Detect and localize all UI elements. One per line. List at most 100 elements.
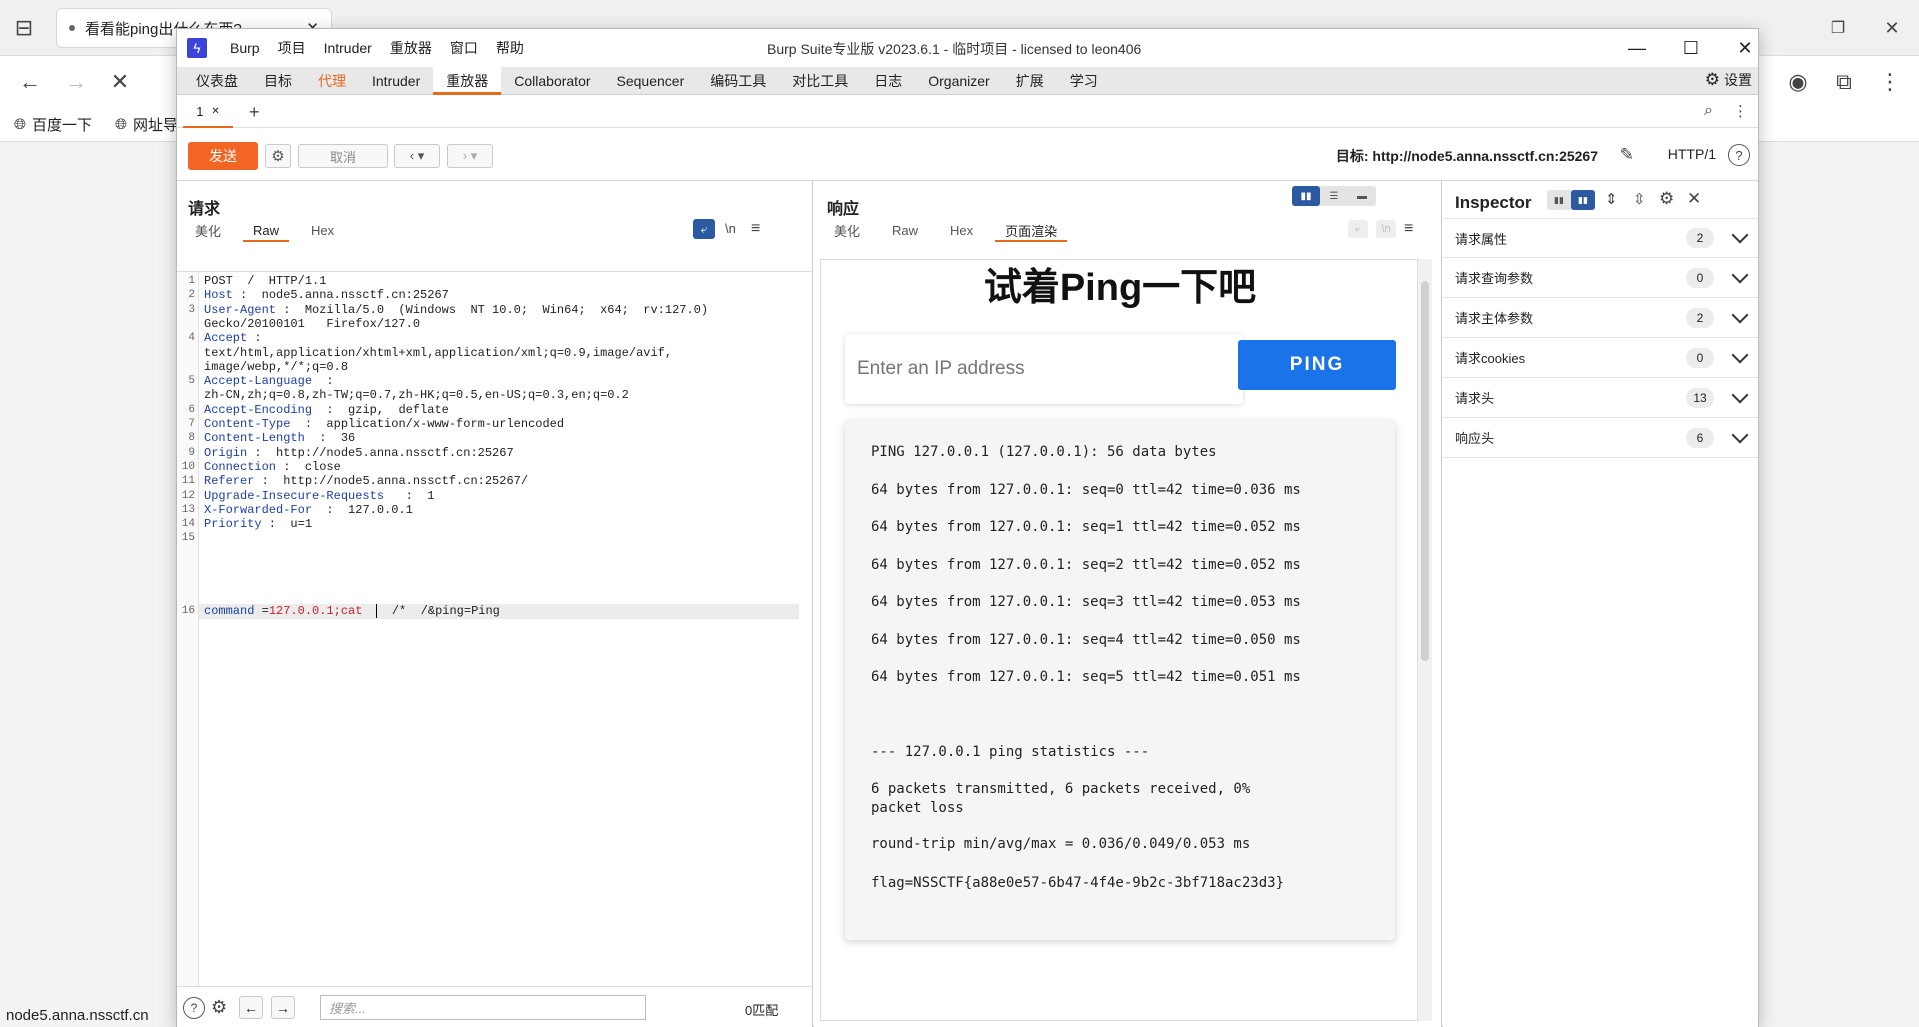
- close-tab-icon[interactable]: ✕: [211, 106, 219, 117]
- request-editor[interactable]: 1 POST / HTTP/1.1 2 Host : node5.anna.nssct…: [177, 271, 813, 987]
- body-param-value: 127.0.0.1;cat: [268, 604, 363, 618]
- inspector-gear-icon[interactable]: ⚙: [1659, 189, 1674, 209]
- menu-intruder[interactable]: Intruder: [315, 40, 381, 56]
- tab-organizer[interactable]: Organizer: [915, 67, 1002, 94]
- send-button[interactable]: 发送: [188, 142, 258, 170]
- split-vertical-icon[interactable]: ☰: [1320, 186, 1348, 206]
- http-version[interactable]: HTTP/1: [1668, 146, 1716, 162]
- line-number: 11: [181, 475, 195, 488]
- request-menu-icon[interactable]: ≡: [751, 220, 760, 238]
- account-icon[interactable]: ◉: [1782, 66, 1814, 98]
- inspector-row-query-params[interactable]: 请求查询参数 0: [1443, 258, 1758, 298]
- edit-target-pencil-icon[interactable]: ✎: [1620, 145, 1634, 165]
- extensions-icon[interactable]: ⧉: [1828, 66, 1860, 98]
- send-settings-gear-icon[interactable]: ⚙: [265, 144, 291, 168]
- minimize-icon[interactable]: —: [1619, 33, 1655, 63]
- tab-target[interactable]: 目标: [251, 67, 305, 94]
- more-options-icon[interactable]: ⋮: [1733, 102, 1748, 120]
- search-input[interactable]: 搜索...: [320, 995, 646, 1020]
- expand-all-icon[interactable]: ⇕: [1605, 190, 1618, 208]
- tab-logger[interactable]: 日志: [861, 67, 915, 94]
- stop-icon[interactable]: ✕: [104, 66, 136, 98]
- scrollbar-thumb[interactable]: [1421, 281, 1429, 661]
- tab-proxy[interactable]: 代理: [305, 67, 359, 94]
- inspector-row-cookies[interactable]: 请求cookies 0: [1443, 338, 1758, 378]
- help-icon[interactable]: ?: [1728, 144, 1750, 166]
- bookmark-nav[interactable]: 🌐︎ 网址导: [115, 114, 178, 135]
- request-tab-hex[interactable]: Hex: [295, 219, 350, 241]
- request-line: Accept-Language :: [204, 374, 334, 388]
- request-tab-raw[interactable]: Raw: [237, 219, 295, 242]
- maximize-icon[interactable]: ☐: [1673, 33, 1709, 63]
- menu-repeater[interactable]: 重放器: [381, 38, 441, 58]
- settings-button[interactable]: ⚙ 设置: [1705, 70, 1752, 90]
- output-line: 64 bytes from 127.0.0.1: seq=3 ttl=42 ti…: [871, 594, 1301, 610]
- inspector-row-request-attributes[interactable]: 请求属性 2: [1443, 218, 1758, 258]
- tab-dashboard[interactable]: 仪表盘: [183, 67, 251, 94]
- forward-icon[interactable]: →: [60, 66, 92, 98]
- layout-b-icon[interactable]: ▮▮: [1571, 190, 1595, 210]
- menu-help[interactable]: 帮助: [487, 38, 533, 58]
- history-forward-button[interactable]: › ▾: [447, 144, 493, 168]
- response-menu-icon[interactable]: ≡: [1404, 220, 1413, 238]
- tab-extensions[interactable]: 扩展: [1003, 67, 1057, 94]
- output-line: PING 127.0.0.1 (127.0.0.1): 56 data byte…: [871, 444, 1217, 460]
- inspector-row-response-headers[interactable]: 响应头 6: [1443, 418, 1758, 458]
- render-scrollbar[interactable]: [1418, 259, 1432, 1021]
- history-back-button[interactable]: ‹ ▾: [394, 144, 440, 168]
- repeater-subtabs: 1 ✕ + ⌕ ⋮: [177, 96, 1758, 128]
- header-value: : http://node5.anna.nssctf.cn:25267: [247, 445, 514, 460]
- line-number: 5: [188, 375, 195, 388]
- close-window-icon[interactable]: ✕: [1727, 33, 1763, 63]
- match-count: 0匹配: [745, 1003, 779, 1018]
- help-icon[interactable]: ?: [183, 997, 205, 1019]
- response-tab-raw[interactable]: Raw: [876, 219, 934, 241]
- close-browser-icon[interactable]: ✕: [1876, 12, 1908, 44]
- tab-comparer[interactable]: 对比工具: [779, 67, 861, 94]
- search-icon[interactable]: ⌕: [1704, 102, 1713, 120]
- response-tab-pretty[interactable]: 美化: [818, 219, 876, 241]
- tab-collaborator[interactable]: Collaborator: [501, 67, 603, 94]
- request-line: POST / HTTP/1.1: [204, 274, 326, 288]
- tab-groups-icon[interactable]: ⊟: [8, 12, 40, 44]
- collapse-all-icon[interactable]: ⇳: [1633, 190, 1646, 208]
- close-inspector-icon[interactable]: ✕: [1687, 189, 1701, 209]
- search-settings-gear-icon[interactable]: ⚙: [211, 997, 227, 1018]
- line-number: 1: [188, 275, 195, 287]
- more-menu-icon[interactable]: ⋮: [1874, 66, 1906, 98]
- tabs-layout-icon[interactable]: ▬: [1348, 186, 1376, 206]
- wrap-lines-icon[interactable]: ⤶: [693, 219, 715, 239]
- ping-button[interactable]: PING: [1238, 340, 1396, 390]
- tab-learn[interactable]: 学习: [1057, 67, 1111, 94]
- tab-intruder[interactable]: Intruder: [359, 67, 433, 94]
- show-newlines-toggle[interactable]: \n: [725, 221, 736, 236]
- tab-sequencer[interactable]: Sequencer: [604, 67, 698, 94]
- line-number: 16: [181, 605, 195, 617]
- row-count-badge: 0: [1686, 267, 1714, 288]
- back-icon[interactable]: ←: [14, 66, 46, 98]
- prev-match-arrow-icon[interactable]: ←: [239, 996, 263, 1019]
- tab-decoder[interactable]: 编码工具: [697, 67, 779, 94]
- line-number: 14: [181, 518, 195, 531]
- repeater-tab-1[interactable]: 1 ✕: [183, 96, 233, 128]
- request-tab-pretty[interactable]: 美化: [179, 219, 237, 241]
- inspector-row-body-params[interactable]: 请求主体参数 2: [1443, 298, 1758, 338]
- inspector-row-request-headers[interactable]: 请求头 13: [1443, 378, 1758, 418]
- response-tab-render[interactable]: 页面渲染: [989, 219, 1073, 242]
- menu-window[interactable]: 窗口: [441, 38, 487, 58]
- layout-a-icon[interactable]: ▮▮: [1547, 190, 1571, 210]
- split-horizontal-icon[interactable]: ▮▮: [1292, 186, 1320, 206]
- restore-icon[interactable]: ❐: [1822, 12, 1854, 44]
- add-tab-icon[interactable]: +: [249, 102, 260, 123]
- header-value: Gecko/20100101 Firefox/127.0: [204, 316, 421, 331]
- layout-toggle[interactable]: ▮▮ ☰ ▬: [1292, 186, 1376, 206]
- response-tab-hex[interactable]: Hex: [934, 219, 989, 241]
- ip-input[interactable]: Enter an IP address: [857, 358, 1025, 380]
- next-match-arrow-icon[interactable]: →: [271, 996, 295, 1019]
- cancel-button[interactable]: 取消: [298, 144, 388, 168]
- inspector-layout-toggle[interactable]: ▮▮ ▮▮: [1547, 190, 1595, 210]
- bookmark-baidu[interactable]: 🌐︎ 百度一下: [14, 114, 92, 135]
- menu-project[interactable]: 项目: [269, 38, 315, 58]
- tab-repeater[interactable]: 重放器: [433, 67, 502, 95]
- menu-burp[interactable]: Burp: [221, 40, 269, 56]
